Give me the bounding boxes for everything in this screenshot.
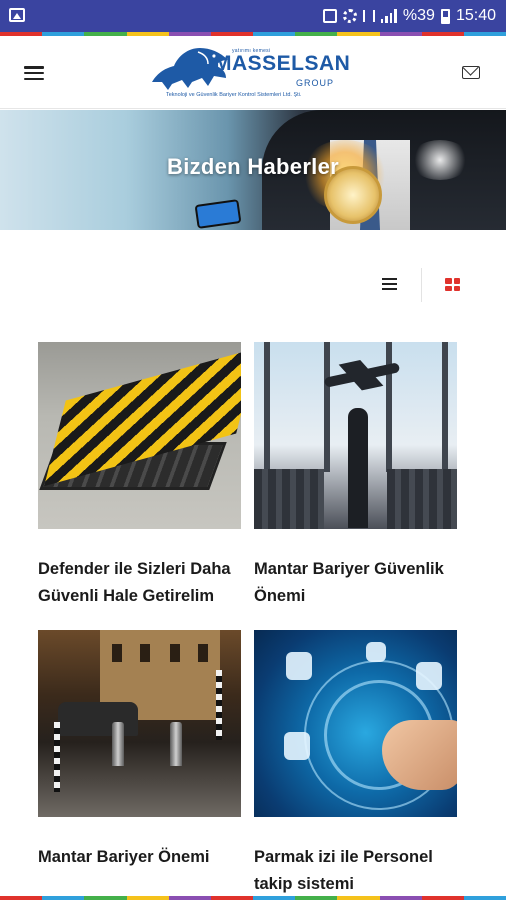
gear-icon bbox=[342, 9, 357, 23]
image-icon bbox=[9, 8, 25, 22]
news-image-airport[interactable] bbox=[254, 342, 457, 529]
building-window bbox=[112, 644, 122, 662]
seats-left bbox=[254, 469, 324, 529]
car bbox=[58, 702, 138, 736]
network-node-icon bbox=[366, 642, 386, 662]
news-card[interactable]: Defender ile Sizleri Daha Güvenli Hale G… bbox=[38, 342, 241, 610]
brand-logo[interactable]: yatırımı kemesi MASSELSAN GROUP Teknoloj… bbox=[148, 38, 350, 106]
status-bar: %39 15:40 bbox=[0, 0, 506, 32]
news-title[interactable]: Mantar Bariyer Önemi bbox=[38, 844, 241, 871]
news-title[interactable]: Mantar Bariyer Güvenlik Önemi bbox=[254, 556, 457, 610]
status-icons: %39 15:40 bbox=[322, 6, 496, 26]
color-strip-segment bbox=[253, 896, 296, 900]
color-strip-segment bbox=[295, 896, 338, 900]
news-card[interactable]: Mantar Bariyer Önemi bbox=[38, 630, 241, 871]
color-strip-segment bbox=[337, 896, 380, 900]
page-title: Bizden Haberler bbox=[167, 154, 339, 179]
logo-brand-name: MASSELSAN bbox=[214, 52, 351, 75]
person-node-icon bbox=[284, 732, 310, 760]
news-image-road-blocker[interactable] bbox=[38, 342, 241, 529]
hamburger-icon[interactable] bbox=[24, 66, 44, 80]
logo-tagline: Teknoloji ve Güvenlik Bariyer Kontrol Si… bbox=[166, 92, 302, 98]
building-window bbox=[170, 644, 180, 662]
person-silhouette bbox=[348, 408, 368, 528]
color-strip-segment bbox=[84, 896, 127, 900]
building-window bbox=[198, 644, 208, 662]
color-strip-segment bbox=[126, 896, 169, 900]
battery-icon bbox=[440, 8, 450, 24]
news-title[interactable]: Parmak izi ile Personel takip sistemi bbox=[254, 844, 457, 898]
toggle-divider bbox=[421, 268, 422, 302]
color-strip-segment bbox=[379, 896, 422, 900]
color-strip-bottom bbox=[0, 896, 506, 900]
view-toggle bbox=[0, 268, 506, 302]
color-strip-segment bbox=[210, 896, 254, 900]
list-view-icon[interactable] bbox=[382, 278, 397, 290]
news-image-fingerprint[interactable] bbox=[254, 630, 457, 817]
house-node-icon bbox=[286, 652, 312, 680]
logo-group-label: GROUP bbox=[296, 78, 335, 88]
page-banner: Bizden Haberler bbox=[0, 110, 506, 230]
striped-pole bbox=[54, 722, 60, 792]
color-strip-segment bbox=[42, 896, 85, 900]
signal-icon bbox=[380, 9, 397, 23]
window-frame bbox=[386, 342, 392, 472]
color-strip-segment bbox=[168, 896, 211, 900]
seats-right bbox=[387, 469, 457, 529]
building-window bbox=[140, 644, 150, 662]
site-header: yatırımı kemesi MASSELSAN GROUP Teknoloj… bbox=[0, 36, 506, 109]
window-frame bbox=[324, 342, 330, 472]
news-card[interactable]: Parmak izi ile Personel takip sistemi bbox=[254, 630, 457, 898]
color-strip-segment bbox=[421, 896, 464, 900]
color-strip-segment bbox=[463, 896, 506, 900]
bollard bbox=[170, 722, 182, 766]
mail-icon[interactable] bbox=[462, 66, 480, 79]
window-frame bbox=[264, 342, 270, 472]
color-strip-segment bbox=[0, 896, 43, 900]
clock-time: 15:40 bbox=[455, 7, 496, 24]
news-title[interactable]: Defender ile Sizleri Daha Güvenli Hale G… bbox=[38, 556, 241, 610]
banner-phone bbox=[194, 199, 242, 229]
news-card[interactable]: Mantar Bariyer Güvenlik Önemi bbox=[254, 342, 457, 610]
vibrate-icon bbox=[362, 10, 375, 22]
window-frame bbox=[442, 342, 448, 472]
lock-icon bbox=[322, 9, 337, 23]
bollard bbox=[112, 722, 124, 766]
device-node-icon bbox=[416, 662, 442, 690]
grid-view-icon[interactable] bbox=[445, 278, 460, 291]
battery-percent: %39 bbox=[402, 7, 435, 24]
striped-pole bbox=[216, 670, 222, 740]
news-image-bollards[interactable] bbox=[38, 630, 241, 817]
